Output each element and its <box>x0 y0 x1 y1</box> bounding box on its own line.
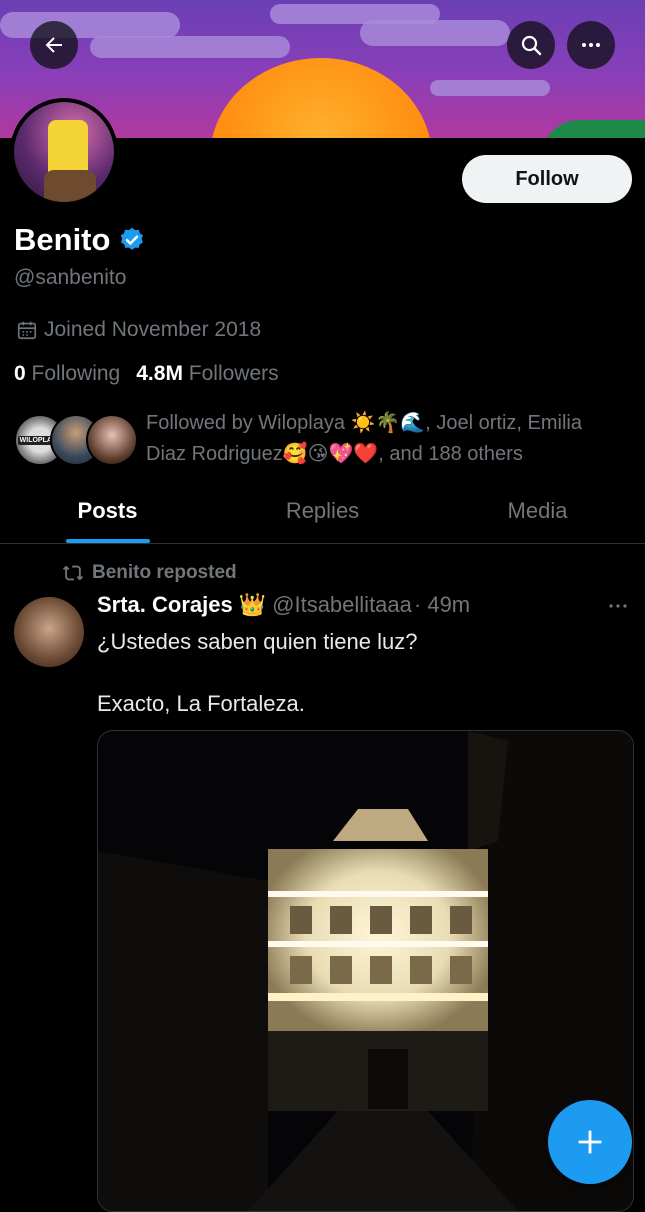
following-count: 0 <box>14 362 26 385</box>
tab-media[interactable]: Media <box>430 486 645 543</box>
profile-tabs: Posts Replies Media <box>0 486 645 544</box>
profile-name: Benito <box>14 222 111 257</box>
verified-badge-icon <box>121 227 144 250</box>
repost-label: Benito reposted <box>92 562 237 583</box>
follower-avatar <box>86 414 138 466</box>
banner-hill <box>540 120 645 138</box>
joined-date-row: Joined November 2018 <box>16 318 261 342</box>
followers-label: Followers <box>188 362 279 385</box>
post-author-handle[interactable]: @Itsabellitaaa <box>272 592 412 618</box>
profile-handle: @sanbenito <box>14 266 127 289</box>
calendar-icon <box>17 321 37 340</box>
following-link[interactable]: 0 Following <box>14 362 120 386</box>
follow-stats: 0 Following 4.8M Followers <box>14 362 279 386</box>
compose-post-button[interactable] <box>548 1100 632 1184</box>
tab-replies[interactable]: Replies <box>215 486 430 543</box>
post-text: ¿Ustedes saben quien tiene luz? Exacto, … <box>97 629 418 716</box>
arrow-left-icon <box>45 37 62 53</box>
post-header: Srta. Corajes 👑 @Itsabellitaaa · 49m <box>97 592 470 618</box>
back-button[interactable] <box>30 21 78 69</box>
followed-by-text[interactable]: Followed by Wiloplaya ☀️🌴🌊, Joel ortiz, … <box>146 408 626 470</box>
followers-count: 4.8M <box>136 362 183 385</box>
banner-cloud <box>360 20 510 46</box>
banner-cloud <box>90 36 290 58</box>
post-more-button[interactable] <box>606 596 630 622</box>
followed-by-avatars[interactable]: WILOPLAYA <box>14 414 138 468</box>
joined-date: Joined November 2018 <box>44 318 262 341</box>
search-icon <box>521 35 542 56</box>
tab-posts[interactable]: Posts <box>0 486 215 543</box>
post-author-name[interactable]: Srta. Corajes <box>97 592 233 618</box>
more-horizontal-icon <box>582 43 600 47</box>
banner-sun <box>210 58 432 138</box>
plus-icon <box>578 1130 602 1154</box>
avatar-image <box>14 102 114 202</box>
repost-indicator: Benito reposted <box>62 562 237 584</box>
post-time[interactable]: · 49m <box>414 592 470 618</box>
follow-button[interactable]: Follow <box>462 155 632 203</box>
post-author-avatar[interactable] <box>14 597 84 667</box>
followers-link[interactable]: 4.8M Followers <box>136 362 278 386</box>
more-button[interactable] <box>567 21 615 69</box>
repost-icon <box>62 565 84 581</box>
search-button[interactable] <box>507 21 555 69</box>
following-label: Following <box>31 362 121 385</box>
more-horizontal-icon <box>609 604 627 608</box>
banner-cloud <box>0 12 180 38</box>
profile-avatar[interactable] <box>10 98 118 206</box>
crown-emoji: 👑 <box>238 592 267 617</box>
banner-cloud <box>430 80 550 96</box>
profile-name-row: Benito <box>14 222 146 258</box>
